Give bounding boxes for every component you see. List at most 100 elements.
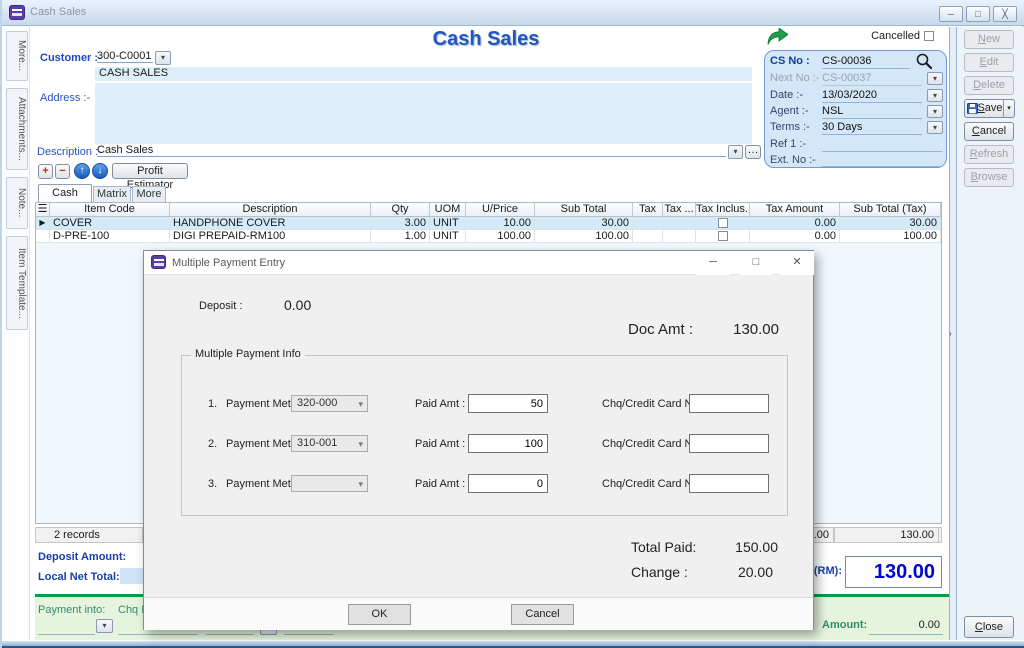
move-up-icon[interactable]: ↑ [74, 163, 90, 179]
tab-more[interactable]: More [132, 186, 166, 202]
dialog-close-icon[interactable]: ✕ [780, 251, 814, 275]
date-dropdown-icon[interactable]: ▾ [927, 89, 943, 102]
tax-inclusive-checkbox[interactable] [718, 231, 728, 241]
agent-value[interactable]: NSL [822, 105, 843, 117]
cell-item-code[interactable]: D-PRE-100 [50, 230, 170, 243]
dialog-minimize-icon[interactable]: ─ [696, 251, 730, 275]
cell-sub-total-tax[interactable]: 100.00 [840, 230, 941, 243]
agent-dropdown-icon[interactable]: ▾ [927, 105, 943, 118]
dialog-maximize-icon[interactable]: □ [739, 251, 773, 275]
cell-qty[interactable]: 3.00 [371, 217, 430, 230]
maximize-icon[interactable]: □ [966, 6, 990, 22]
save-button[interactable]: Save ▾ [964, 99, 1015, 118]
terms-value[interactable]: 30 Days [822, 121, 862, 133]
sidebar-item-more[interactable]: More... [6, 31, 28, 81]
ext-no-field[interactable] [822, 166, 942, 167]
col-item-code[interactable]: Item Code [50, 203, 170, 217]
cell-tax-inclusive[interactable] [696, 217, 750, 230]
paid-amt-input[interactable] [468, 394, 548, 413]
table-row[interactable]: ▶ COVER HANDPHONE COVER 3.00 UNIT 10.00 … [36, 217, 941, 230]
close-button[interactable]: Close [964, 616, 1014, 638]
cell-uprice[interactable]: 10.00 [466, 217, 535, 230]
cell-description[interactable]: HANDPHONE COVER [170, 217, 371, 230]
refresh-button[interactable]: Refresh [964, 145, 1014, 164]
sidebar-item-attachments[interactable]: Attachments... [6, 88, 28, 170]
payment-field-2[interactable] [284, 634, 334, 635]
new-button[interactable]: New [964, 30, 1014, 49]
cell-sub-total-tax[interactable]: 30.00 [840, 217, 941, 230]
tab-cash-sales[interactable]: Cash Sales [38, 184, 92, 202]
ok-button[interactable]: OK [348, 604, 411, 625]
browse-button[interactable]: Browse [964, 168, 1014, 187]
table-row[interactable]: D-PRE-100 DIGI PREPAID-RM100 1.00 UNIT 1… [36, 230, 941, 243]
add-row-icon[interactable]: + [38, 164, 53, 179]
move-down-icon[interactable]: ↓ [92, 163, 108, 179]
window-titlebar[interactable]: Cash Sales ─ □ ╳ [2, 0, 1024, 26]
save-dropdown-icon[interactable]: ▾ [1003, 100, 1014, 117]
col-tax-amount[interactable]: Tax Amount [750, 203, 840, 217]
cell-uom[interactable]: UNIT [430, 217, 466, 230]
col-sub-total[interactable]: Sub Total [535, 203, 633, 217]
profit-estimator-button[interactable]: Profit Estimator [112, 163, 188, 179]
payment-method-select[interactable]: 310-001 [291, 435, 368, 452]
close-icon[interactable]: ╳ [993, 6, 1017, 22]
chq-card-no-input[interactable] [689, 434, 769, 453]
tax-inclusive-checkbox[interactable] [718, 218, 728, 228]
sidebar-item-note[interactable]: Note... [6, 177, 28, 229]
date-value[interactable]: 13/03/2020 [822, 89, 877, 101]
payment-method-select[interactable] [291, 475, 368, 492]
payment-field[interactable] [206, 634, 254, 635]
terms-dropdown-icon[interactable]: ▾ [927, 121, 943, 134]
description-dropdown-icon[interactable]: ▾ [728, 145, 743, 159]
panel-splitter[interactable]: › [949, 27, 957, 640]
cell-sub-total[interactable]: 100.00 [535, 230, 633, 243]
cell-item-code[interactable]: COVER [50, 217, 170, 230]
payment-into-dropdown-icon[interactable]: ▾ [96, 619, 113, 633]
col-qty[interactable]: Qty [371, 203, 430, 217]
col-description[interactable]: Description [170, 203, 371, 217]
chq-no-field[interactable] [118, 634, 198, 635]
cs-no-value[interactable]: CS-00036 [822, 55, 872, 67]
description-ellipsis-button[interactable]: … [745, 145, 761, 159]
next-no-dropdown-icon[interactable]: ▾ [927, 72, 943, 85]
sidebar-item-item-template[interactable]: Item Template... [6, 236, 28, 330]
description-field[interactable]: Cash Sales [97, 144, 726, 157]
payment-into-field[interactable] [38, 634, 95, 635]
cell-description[interactable]: DIGI PREPAID-RM100 [170, 230, 371, 243]
splitter-collapse-icon[interactable]: › [949, 329, 952, 338]
minimize-icon[interactable]: ─ [939, 6, 963, 22]
ref1-field[interactable] [822, 151, 942, 152]
customer-dropdown-icon[interactable]: ▾ [155, 51, 171, 65]
col-tax-inclusive[interactable]: Tax Inclus... [696, 203, 750, 217]
cancelled-checkbox[interactable] [924, 31, 934, 41]
cell-tax-2[interactable] [663, 230, 696, 243]
customer-code-field[interactable]: 300-C0001 [97, 50, 153, 63]
cell-tax-amount[interactable]: 0.00 [750, 217, 840, 230]
delete-button[interactable]: Delete [964, 76, 1014, 95]
cell-uom[interactable]: UNIT [430, 230, 466, 243]
tab-matrix[interactable]: Matrix [93, 186, 131, 202]
cell-tax-inclusive[interactable] [696, 230, 750, 243]
col-uom[interactable]: UOM [430, 203, 466, 217]
cell-tax-2[interactable] [663, 217, 696, 230]
dialog-titlebar[interactable]: Multiple Payment Entry ─ □ ✕ [144, 251, 813, 275]
cell-tax[interactable] [633, 217, 663, 230]
cell-tax-amount[interactable]: 0.00 [750, 230, 840, 243]
address-field[interactable] [95, 83, 752, 144]
remove-row-icon[interactable]: − [55, 164, 70, 179]
chq-card-no-input[interactable] [689, 474, 769, 493]
col-sub-total-tax[interactable]: Sub Total (Tax) [840, 203, 941, 217]
col-tax[interactable]: Tax [633, 203, 663, 217]
paid-amt-input[interactable] [468, 434, 548, 453]
cell-tax[interactable] [633, 230, 663, 243]
payment-amount-value[interactable]: 0.00 [862, 619, 940, 631]
cancel-button[interactable]: Cancel [964, 122, 1014, 141]
cell-sub-total[interactable]: 30.00 [535, 217, 633, 230]
search-icon[interactable] [915, 52, 933, 70]
edit-button[interactable]: Edit [964, 53, 1014, 72]
paid-amt-input[interactable] [468, 474, 548, 493]
col-uprice[interactable]: U/Price [466, 203, 535, 217]
cell-uprice[interactable]: 100.00 [466, 230, 535, 243]
payment-method-select[interactable]: 320-000 [291, 395, 368, 412]
dialog-cancel-button[interactable]: Cancel [511, 604, 574, 625]
